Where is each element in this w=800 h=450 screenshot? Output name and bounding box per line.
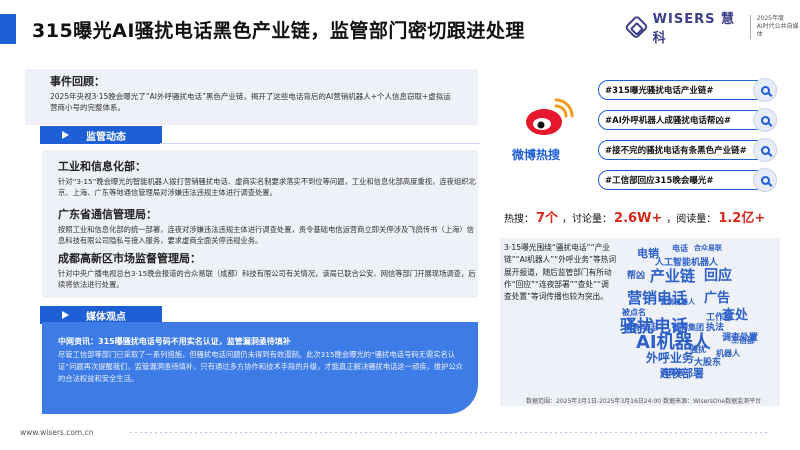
page-title: 315曝光AI骚扰电话黑色产业链，监管部门密切跟进处理 (32, 20, 525, 42)
regulator-text: 针对“3·15”晚会曝光的智能机器人拨打营销骚扰电话、虚商实名制要求落实不到位等… (58, 177, 476, 197)
regulator-item: 工业和信息化部： 针对“3·15”晚会曝光的智能机器人拨打营销骚扰电话、虚商实名… (58, 158, 478, 198)
cloud-word: 回应 (704, 268, 732, 284)
cloud-word: 帮凶 (627, 271, 646, 281)
wisers-logo: WISERS 慧科 2025年度 AI时代公共自媒体 (624, 8, 800, 46)
cloud-word: 产业链 (650, 267, 696, 285)
regulator-text: 按照工业和信息化部的统一部署，连夜对涉嫌违法违规主体进行调查处置，责令基础电信运… (58, 225, 474, 245)
event-title: 事件回顾： (50, 75, 105, 88)
cloud-word: 销售电话 (624, 323, 656, 332)
cloud-word: 电话 (672, 244, 688, 253)
regulator-item: 广东省通信管理局： 按照工业和信息化部的统一部署，连夜对涉嫌违法违规主体进行调查… (58, 206, 478, 246)
logo-text: WISERS 慧科 (652, 12, 735, 46)
weibo-topic[interactable]: #工信部回应315晚会曝光# (598, 168, 777, 192)
cloud-word: 营销机器人 (660, 298, 695, 306)
search-icon[interactable] (753, 168, 777, 192)
cloud-word: 人工智能机器人 (655, 258, 719, 268)
cloud-word: 消费者 (660, 368, 684, 377)
search-icon[interactable] (753, 78, 777, 102)
event-review: 事件回顾： 2025年央视3·15晚会曝光了“AI外呼骚扰电话”黑色产业链，揭开… (25, 69, 478, 125)
read-value: 1.2亿+ (718, 211, 766, 226)
cloud-word: 机器人 (716, 349, 740, 358)
cloud-word: 骚扰 (690, 345, 706, 354)
topic-text: #315曝光骚扰电话产业链# (605, 86, 714, 96)
weibo-topic[interactable]: #接不完的骚扰电话有条黑色产业链# (598, 138, 777, 162)
cloud-word: 被点名 (622, 308, 646, 317)
cloud-word: 工作部 (706, 313, 734, 323)
weibo-stats: 热搜： 7个 ，讨论量： 2.6W+ ，阅读量： 1.2亿+ (504, 207, 769, 226)
heat-value: 7个 (536, 211, 559, 226)
media-text: 尽管工信部等部门已采取了一系列措施，但骚扰电话问题仍未得到有效遏制。此次315晚… (58, 350, 464, 383)
data-source: 数据范围：2025年3月1日-2025年3月16日24:00 数据来源：Wise… (526, 398, 762, 405)
footer-divider (130, 432, 770, 433)
topic-text: #AI外呼机器人成骚扰电话帮凶# (605, 116, 731, 126)
media-panel: 中网资讯：315曝骚扰电话号码不用实名认证，监管漏洞亟待填补 尽管工信部等部门已… (42, 322, 478, 414)
weibo-label: 微博热搜 (512, 148, 561, 162)
regulator-head: 成都高新区市场监督管理局： (58, 252, 201, 265)
regulator-head: 广东省通信管理局： (58, 208, 157, 221)
regulator-text: 针对中央广播电视总台3·15晚会报道的合众易联（成都）科技有限公司有关情况，该局… (58, 269, 476, 289)
topic-text: #接不完的骚扰电话有条黑色产业链# (605, 146, 747, 156)
weibo-topic[interactable]: #315曝光骚扰电话产业链# (598, 78, 777, 102)
cloud-word: 微腾集团 (672, 323, 704, 332)
search-icon[interactable] (753, 138, 777, 162)
footer-url[interactable]: www.wisers.com.cn (20, 428, 94, 437)
cloud-summary: 3·15曝光围绕“骚扰电话”“产业链”“AI机器人”“外呼业务”等热词展开报道，… (504, 243, 617, 302)
logo-icon (624, 14, 649, 40)
section-tab-regulatory: 监管动态 (40, 126, 162, 144)
tab-divider (160, 143, 480, 144)
cloud-word: 合众易联 (694, 244, 722, 252)
event-text: 2025年央视3·15晚会曝光了“AI外呼骚扰电话”黑色产业链，揭开了这些电话背… (50, 92, 451, 112)
cloud-word: 工信部 (731, 336, 755, 345)
cloud-word: 外呼业务 (646, 351, 695, 365)
topic-text: #工信部回应315晚会曝光# (605, 176, 714, 186)
discuss-value: 2.6W+ (614, 211, 663, 226)
title-accent (0, 14, 16, 44)
regulator-head: 工业和信息化部： (58, 160, 146, 173)
logo-subtitle: 2025年度 AI时代公共自媒体 (749, 15, 800, 39)
search-icon[interactable] (753, 108, 777, 132)
weibo-topic[interactable]: #AI外呼机器人成骚扰电话帮凶# (598, 108, 777, 132)
cloud-word: 电销 (637, 247, 659, 260)
regulator-item: 成都高新区市场监督管理局： 针对中央广播电视总台3·15晚会报道的合众易联（成都… (58, 250, 478, 290)
media-head: 中网资讯：315曝骚扰电话号码不用实名认证，监管漏洞亟待填补 (58, 337, 291, 346)
